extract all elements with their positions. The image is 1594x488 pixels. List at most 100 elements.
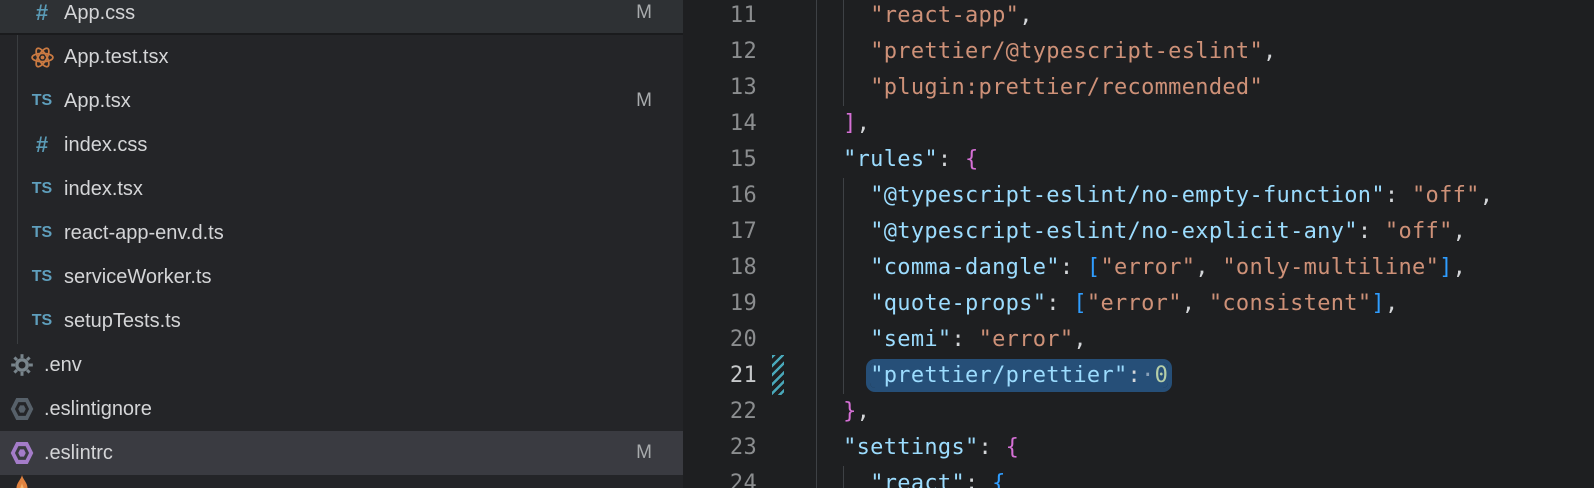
token: [ <box>1073 291 1087 316</box>
token: "consistent" <box>1209 291 1372 316</box>
line-number[interactable]: 11 <box>683 0 757 34</box>
eslint-icon <box>9 440 35 466</box>
token: "plugin:prettier/recommended" <box>870 75 1263 100</box>
css-icon: # <box>29 0 55 26</box>
code-line-19[interactable]: 19 "quote-props": ["error", "consistent"… <box>683 286 1594 322</box>
token: , <box>1073 327 1087 352</box>
token: : <box>1385 183 1412 208</box>
code-text: ], <box>816 106 870 142</box>
code-text: "prettier/@typescript-eslint", <box>816 34 1277 70</box>
token: : <box>951 327 978 352</box>
explorer-sidebar: #App.cssMApp.test.tsxTSApp.tsxM#index.cs… <box>0 0 683 488</box>
line-number[interactable]: 24 <box>683 466 757 488</box>
token: : <box>1046 291 1073 316</box>
token: "rules" <box>843 147 938 172</box>
token: "prettier/prettier" <box>870 363 1127 388</box>
token: , <box>857 399 871 424</box>
file-item-react-app-env.d.ts[interactable]: TSreact-app-env.d.ts <box>0 211 683 255</box>
code-text: "comma-dangle": ["error", "only-multilin… <box>816 250 1466 286</box>
file-item-App.css[interactable]: # App.css M <box>0 0 683 35</box>
file-name: index.tsx <box>64 167 143 211</box>
code-line-21[interactable]: 21 "prettier/prettier":·0 <box>683 358 1594 394</box>
file-name: .eslintrc <box>44 431 113 475</box>
token: { <box>992 471 1006 488</box>
file-name: App.tsx <box>64 79 131 123</box>
code-line-16[interactable]: 16 "@typescript-eslint/no-empty-function… <box>683 178 1594 214</box>
git-modified-badge: M <box>636 0 652 35</box>
code-text: "settings": { <box>816 430 1019 466</box>
file-item-App.tsx[interactable]: TS App.tsx M <box>0 79 683 123</box>
file-item-serviceWorker.ts[interactable]: TSserviceWorker.ts <box>0 255 683 299</box>
file-name: serviceWorker.ts <box>64 255 211 299</box>
line-number[interactable]: 15 <box>683 142 757 178</box>
ts-icon: TS <box>29 220 55 246</box>
file-name: .env <box>44 343 82 387</box>
token: , <box>1195 255 1222 280</box>
token: , <box>1453 219 1467 244</box>
file-item-setupTests.ts[interactable]: TSsetupTests.ts <box>0 299 683 343</box>
token: , <box>1453 255 1467 280</box>
line-number[interactable]: 13 <box>683 70 757 106</box>
token: , <box>1182 291 1209 316</box>
file-item-.eslintrc[interactable]: .eslintrc M <box>0 431 683 475</box>
line-number[interactable]: 18 <box>683 250 757 286</box>
token: : <box>1358 219 1385 244</box>
token: "quote-props" <box>870 291 1046 316</box>
file-item-index.tsx[interactable]: TSindex.tsx <box>0 167 683 211</box>
line-number[interactable]: 23 <box>683 430 757 466</box>
code-line-11[interactable]: 11 "react-app", <box>683 0 1594 34</box>
token <box>816 327 870 352</box>
token: { <box>1006 435 1020 460</box>
code-line-24[interactable]: 24 "react": { <box>683 466 1594 488</box>
token <box>816 219 870 244</box>
token: { <box>965 147 979 172</box>
css-icon: # <box>29 132 55 158</box>
file-name: App.css <box>64 0 135 35</box>
token: "only-multiline" <box>1222 255 1439 280</box>
token <box>816 363 870 388</box>
file-item-.env[interactable]: .env <box>0 343 683 387</box>
file-item-App.test.tsx[interactable]: App.test.tsx <box>0 35 683 79</box>
code-line-23[interactable]: 23 "settings": { <box>683 430 1594 466</box>
git-modified-badge: M <box>636 79 652 123</box>
line-number[interactable]: 21 <box>683 358 757 394</box>
token <box>816 255 870 280</box>
file-item-.eslintignore[interactable]: .eslintignore <box>0 387 683 431</box>
line-number[interactable]: 19 <box>683 286 757 322</box>
token: "off" <box>1412 183 1480 208</box>
line-number[interactable]: 14 <box>683 106 757 142</box>
code-text: "prettier/prettier":·0 <box>816 358 1168 394</box>
code-line-20[interactable]: 20 "semi": "error", <box>683 322 1594 358</box>
git-modified-badge: M <box>636 431 652 475</box>
token: [ <box>1087 255 1101 280</box>
gear-icon <box>9 352 35 378</box>
token: , <box>1480 183 1494 208</box>
token <box>816 147 843 172</box>
token: "error" <box>979 327 1074 352</box>
token: "off" <box>1385 219 1453 244</box>
file-item-partial[interactable] <box>0 475 683 488</box>
token: : <box>965 471 992 488</box>
code-line-22[interactable]: 22 }, <box>683 394 1594 430</box>
code-line-17[interactable]: 17 "@typescript-eslint/no-explicit-any":… <box>683 214 1594 250</box>
code-line-15[interactable]: 15 "rules": { <box>683 142 1594 178</box>
code-text: }, <box>816 394 870 430</box>
line-number[interactable]: 22 <box>683 394 757 430</box>
line-number[interactable]: 16 <box>683 178 757 214</box>
eslint-icon <box>9 396 35 422</box>
code-line-18[interactable]: 18 "comma-dangle": ["error", "only-multi… <box>683 250 1594 286</box>
token: ] <box>843 111 857 136</box>
code-line-14[interactable]: 14 ], <box>683 106 1594 142</box>
file-item-index.css[interactable]: #index.css <box>0 123 683 167</box>
ts-icon: TS <box>29 88 55 114</box>
token: : <box>979 435 1006 460</box>
token <box>816 399 843 424</box>
line-number[interactable]: 20 <box>683 322 757 358</box>
code-line-12[interactable]: 12 "prettier/@typescript-eslint", <box>683 34 1594 70</box>
token <box>816 291 870 316</box>
code-line-13[interactable]: 13 "plugin:prettier/recommended" <box>683 70 1594 106</box>
code-editor[interactable]: 11 "react-app",12 "prettier/@typescript-… <box>683 0 1594 488</box>
line-number[interactable]: 12 <box>683 34 757 70</box>
vscode-window: #App.cssMApp.test.tsxTSApp.tsxM#index.cs… <box>0 0 1594 488</box>
line-number[interactable]: 17 <box>683 214 757 250</box>
